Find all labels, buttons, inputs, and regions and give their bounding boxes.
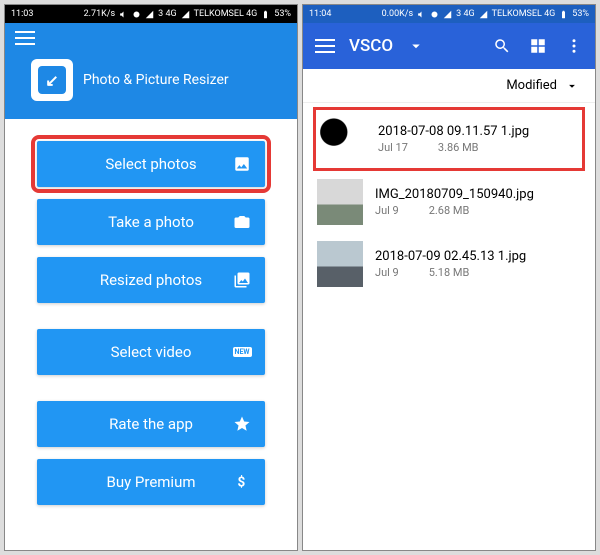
search-icon[interactable] [493,37,511,55]
status-sim: 3 4G [456,9,474,19]
file-item[interactable]: IMG_20180709_150940.jpg Jul 9 2.68 MB [313,171,585,233]
signal-icon [145,10,154,19]
button-label: Select photos [105,155,196,173]
file-list: 2018-07-08 09.11.57 1.jpg Jul 17 3.86 MB… [303,103,595,550]
image-icon [233,155,251,173]
new-badge-icon: NEW [233,343,251,361]
file-date: Jul 17 [378,141,408,154]
app-header: Photo & Picture Resizer [5,23,297,119]
camera-icon [233,213,251,231]
file-item[interactable]: 2018-07-08 09.11.57 1.jpg Jul 17 3.86 MB [313,107,585,171]
file-size: 5.18 MB [429,266,470,279]
app-title: Photo & Picture Resizer [83,72,229,88]
gallery-icon [233,271,251,289]
status-net-speed: 0.00K/s [382,9,414,19]
file-name: 2018-07-09 02.45.13 1.jpg [375,249,526,264]
volume-icon [119,10,128,19]
menu-icon[interactable] [315,39,335,53]
file-thumbnail [317,241,363,287]
file-size: 2.68 MB [429,204,470,217]
rate-app-button[interactable]: Rate the app [37,401,265,447]
select-video-button[interactable]: Select video NEW [37,329,265,375]
button-label: Take a photo [108,213,194,231]
svg-text:$: $ [238,475,246,491]
sort-label: Modified [506,78,557,93]
star-icon [233,415,251,433]
file-date: Jul 9 [375,204,399,217]
battery-icon [559,10,568,19]
more-icon[interactable] [565,37,583,55]
resized-photos-button[interactable]: Resized photos [37,257,265,303]
button-label: Select video [111,343,192,361]
select-photos-button[interactable]: Select photos [37,141,265,187]
file-name: 2018-07-08 09.11.57 1.jpg [378,124,529,139]
alarm-icon [132,10,141,19]
app-bar: VSCO [303,23,595,69]
file-thumbnail [320,116,366,162]
main-buttons: Select photos Take a photo Resized photo… [5,119,297,550]
app-logo [31,59,73,101]
status-time: 11:04 [309,9,331,19]
buy-premium-button[interactable]: Buy Premium $ [37,459,265,505]
grid-view-icon[interactable] [529,37,547,55]
button-label: Rate the app [109,415,193,433]
status-sim: 3 4G [158,9,176,19]
file-item[interactable]: 2018-07-09 02.45.13 1.jpg Jul 9 5.18 MB [313,233,585,295]
take-photo-button[interactable]: Take a photo [37,199,265,245]
button-label: Buy Premium [106,473,195,491]
file-date: Jul 9 [375,266,399,279]
signal-icon [479,10,488,19]
screenshot-left: 11:03 2.71K/s 3 4G TELKOMSEL 4G 53% Phot… [4,4,298,551]
signal-icon [181,10,190,19]
alarm-icon [430,10,439,19]
file-size: 3.86 MB [438,141,479,154]
status-carrier: TELKOMSEL 4G [492,9,556,19]
status-carrier: TELKOMSEL 4G [194,9,258,19]
button-label: Resized photos [100,271,202,289]
screenshot-right: 11:04 0.00K/s 3 4G TELKOMSEL 4G 53% VSCO… [302,4,596,551]
file-name: IMG_20180709_150940.jpg [375,187,534,202]
status-battery: 53% [572,9,589,19]
dollar-icon: $ [233,473,251,491]
chevron-down-icon [565,79,579,93]
status-battery: 53% [274,9,291,19]
chevron-down-icon[interactable] [407,37,425,55]
file-thumbnail [317,179,363,225]
status-net-speed: 2.71K/s [84,9,116,19]
signal-icon [443,10,452,19]
status-bar: 11:04 0.00K/s 3 4G TELKOMSEL 4G 53% [303,5,595,23]
status-bar: 11:03 2.71K/s 3 4G TELKOMSEL 4G 53% [5,5,297,23]
folder-title[interactable]: VSCO [349,36,393,56]
menu-icon[interactable] [15,31,35,45]
sort-bar[interactable]: Modified [303,69,595,103]
status-time: 11:03 [11,9,33,19]
volume-icon [417,10,426,19]
battery-icon [261,10,270,19]
